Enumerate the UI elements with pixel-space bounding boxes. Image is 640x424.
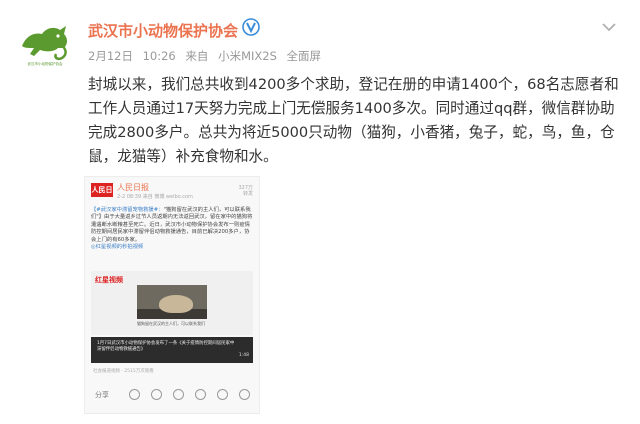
- qzone-icon: [195, 389, 206, 400]
- verified-badge-icon: [242, 18, 260, 36]
- cat-image: [159, 295, 193, 313]
- embedded-screenshot[interactable]: 人民日报 人民日报 2-2 08:39 来自 微博 weibo.com 327万…: [84, 176, 260, 414]
- post-time: 10:26: [142, 49, 176, 63]
- card-hashtag: 【#武汉家中滞留宠物救援#：: [91, 207, 164, 213]
- card-count: 327万 转发: [238, 185, 253, 197]
- card-count-label: 转发: [242, 191, 253, 197]
- moments-icon: [151, 389, 162, 400]
- card-views: 社会报道视频 · 2515万次观看: [93, 369, 154, 374]
- post-source-prefix: 来自: [185, 49, 209, 63]
- card-action-bar: 分享: [85, 384, 259, 406]
- wechat-icon: [129, 389, 140, 400]
- video-caption: 猫狗留在武汉的主人们，可以联系我们: [137, 321, 205, 326]
- card-video-link: ◎红星视频的秒拍视频: [91, 244, 144, 251]
- card-logo: 人民日报: [91, 183, 113, 208]
- account-name[interactable]: 武汉市小动物保护协会: [88, 20, 238, 41]
- card-account-name: 人民日报: [117, 183, 149, 192]
- weibo-icon: [217, 389, 228, 400]
- post-text-line: 工作人员通过17天努力完成上门无偿服务1400多次。同时通过qq群，微信群协助: [88, 100, 615, 117]
- card-text: 【#武汉家中滞留宠物救援#："猫狗留在武汉的主人们，可以联系我们"】由于大量返乡…: [91, 207, 253, 251]
- post-date[interactable]: 2月12日: [88, 49, 133, 63]
- video-logo: 红星视频: [95, 276, 123, 284]
- card-video-bar: 1月7日武汉市小动物保护协会发布了一条《关于疫情防控期间居民家中滞留伴侣动物救援…: [91, 337, 253, 363]
- post-device[interactable]: 小米MIX2S: [218, 49, 277, 63]
- chevron-down-icon[interactable]: [600, 18, 618, 36]
- post-text-line: 完成2800多户。总共为将近5000只动物（猫狗，小香猪，兔子，蛇，鸟，鱼，仓: [88, 124, 615, 141]
- account-avatar[interactable]: 武汉市小动物保护协会: [16, 14, 74, 72]
- card-time: 2-2 08:39 来自 微博 weibo.com: [117, 194, 193, 200]
- post-text: 封城以来，我们总共收到4200多个求助，登记在册的申请1400个，68名志愿者和…: [88, 73, 628, 169]
- post-meta: 2月12日 10:26 来自 小米MIX2S 全面屏: [88, 48, 327, 64]
- qq-icon: [173, 389, 184, 400]
- post-text-line: 封城以来，我们总共收到4200多个求助，登记在册的申请1400个，68名志愿者和: [88, 76, 619, 93]
- card-share-label: 分享: [95, 391, 109, 399]
- post-device-extra: 全面屏: [286, 49, 322, 63]
- avatar-subtitle: 武汉市小动物保护协会: [27, 62, 63, 66]
- video-thumbnail: [137, 285, 207, 319]
- post-text-line: 鼠，龙猫等）补充食物和水。: [88, 148, 278, 165]
- video-bar-text: 1月7日武汉市小动物保护协会发布了一条《关于疫情防控期间居民家中滞留伴侣动物救援…: [97, 341, 235, 352]
- card-video: 红星视频 猫狗留在武汉的主人们，可以联系我们: [91, 271, 253, 335]
- video-duration: 1:48: [238, 353, 249, 358]
- more-icon: [239, 389, 250, 400]
